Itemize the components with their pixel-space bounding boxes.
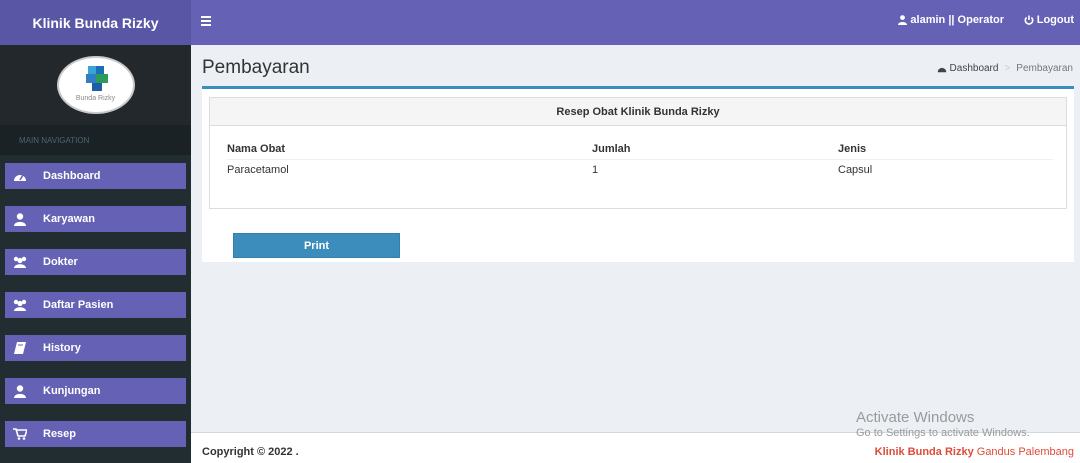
users-icon — [5, 299, 35, 311]
table-cell: Capsul — [838, 164, 873, 177]
menu-toggle-icon[interactable] — [201, 16, 211, 26]
watermark-title: Activate Windows — [856, 409, 975, 426]
footer-clinic: Klinik Bunda Rizky Gandus Palembang — [875, 446, 1074, 458]
table-cell: Paracetamol — [227, 164, 289, 177]
sidebar-item-history[interactable]: History — [5, 335, 186, 361]
clinic-logo: Bunda Rizky — [56, 56, 135, 114]
nav-header: MAIN NAVIGATION — [0, 125, 191, 155]
breadcrumb: Dashboard > Pembayaran — [937, 63, 1073, 74]
watermark-subtitle: Go to Settings to activate Windows. — [856, 427, 1030, 439]
breadcrumb-home[interactable]: Dashboard — [950, 63, 999, 74]
book-icon — [5, 342, 35, 354]
sidebar-item-resep[interactable]: Resep — [5, 421, 186, 447]
sidebar-item-kunjungan[interactable]: Kunjungan — [5, 378, 186, 404]
dashboard-icon — [5, 171, 35, 182]
user-icon — [5, 384, 35, 398]
user-name: alamin || Operator — [910, 14, 1004, 26]
table-header-row: Nama Obat Jumlah Jenis — [227, 140, 1053, 160]
prescription-panel: Resep Obat Klinik Bunda Rizky Nama Obat … — [209, 97, 1067, 209]
footer-clinic-location: Gandus Palembang — [973, 446, 1074, 458]
sidebar: Bunda Rizky MAIN NAVIGATION Dashboard Ka… — [0, 45, 191, 463]
logo-text: Bunda Rizky — [75, 95, 116, 102]
user-icon — [898, 15, 908, 25]
cart-icon — [5, 428, 35, 440]
print-button[interactable]: Print — [233, 233, 400, 258]
footer-clinic-name[interactable]: Klinik Bunda Rizky — [875, 446, 974, 458]
top-navbar: alamin || Operator Logout — [191, 0, 1080, 45]
copyright-text: Copyright © 2022 . — [202, 446, 299, 458]
user-icon — [5, 212, 35, 226]
column-header: Jenis — [838, 140, 1053, 160]
logo-panel: Bunda Rizky — [0, 45, 191, 125]
column-header: Jumlah — [592, 140, 838, 160]
sidebar-item-dokter[interactable]: Dokter — [5, 249, 186, 275]
users-icon — [5, 256, 35, 268]
table-row: Paracetamol 1 Capsul — [227, 159, 1053, 181]
breadcrumb-separator: > — [1004, 63, 1011, 74]
breadcrumb-current: Pembayaran — [1016, 63, 1073, 74]
sidebar-item-karyawan[interactable]: Karyawan — [5, 206, 186, 232]
payment-box: Resep Obat Klinik Bunda Rizky Nama Obat … — [202, 86, 1074, 262]
dashboard-icon — [937, 67, 946, 72]
sidebar-item-daftar-pasien[interactable]: Daftar Pasien — [5, 292, 186, 318]
activation-watermark: Activate Windows Go to Settings to activ… — [856, 409, 1030, 439]
column-header: Nama Obat — [227, 140, 592, 160]
logout-button[interactable]: Logout — [1024, 14, 1074, 26]
sidebar-nav: Dashboard Karyawan Dokter Daftar Pasien … — [0, 155, 191, 447]
power-icon — [1024, 15, 1034, 25]
sidebar-item-dashboard[interactable]: Dashboard — [5, 163, 186, 189]
prescription-heading: Resep Obat Klinik Bunda Rizky — [210, 98, 1066, 126]
table-cell: 1 — [592, 164, 599, 177]
app-brand[interactable]: Klinik Bunda Rizky — [0, 0, 191, 45]
page-title: Pembayaran — [202, 57, 310, 78]
logout-label: Logout — [1036, 14, 1074, 26]
user-menu[interactable]: alamin || Operator — [898, 14, 1004, 26]
prescription-table: Nama Obat Jumlah Jenis Paracetamol 1 Cap… — [227, 140, 1053, 181]
